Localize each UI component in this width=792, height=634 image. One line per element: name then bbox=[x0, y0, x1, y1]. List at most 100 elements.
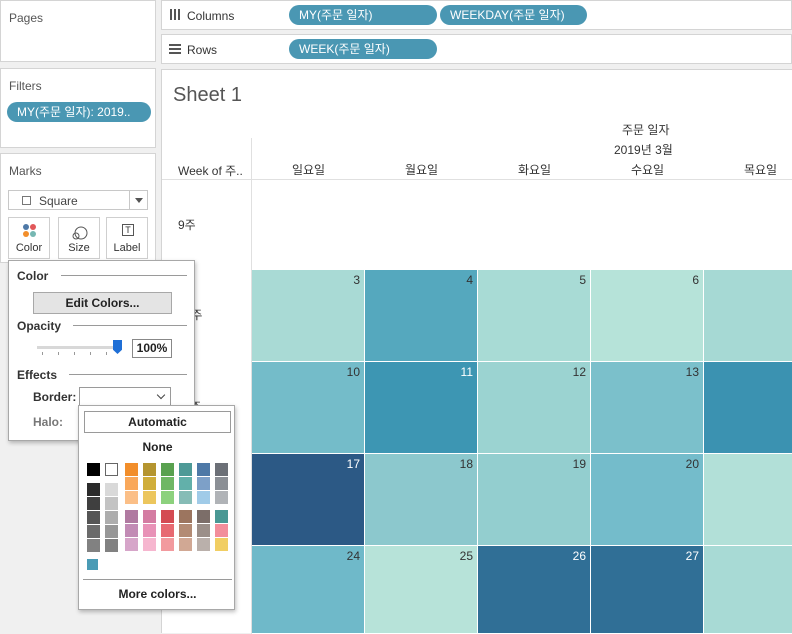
palette-swatch[interactable] bbox=[215, 477, 228, 490]
palette-swatch[interactable] bbox=[87, 525, 100, 538]
week-row-label[interactable]: 9주 bbox=[178, 216, 196, 233]
palette-swatch[interactable] bbox=[179, 491, 192, 504]
row-header-label[interactable]: Week of 주.. bbox=[178, 162, 243, 179]
palette-swatch[interactable] bbox=[143, 477, 156, 490]
palette-swatch[interactable] bbox=[197, 491, 210, 504]
palette-swatch[interactable] bbox=[87, 539, 100, 552]
palette-swatch[interactable] bbox=[87, 497, 100, 510]
palette-swatch[interactable] bbox=[161, 524, 174, 537]
palette-swatch[interactable] bbox=[87, 463, 100, 476]
columns-pill-my[interactable]: MY(주문 일자) bbox=[289, 5, 437, 25]
calendar-cell[interactable]: 12 bbox=[478, 362, 591, 454]
calendar-cell[interactable]: 4 bbox=[365, 270, 478, 362]
calendar-cell[interactable] bbox=[704, 362, 792, 454]
calendar-cell[interactable]: 26 bbox=[478, 546, 591, 634]
calendar-cell[interactable]: 20 bbox=[591, 454, 704, 546]
palette-swatch[interactable] bbox=[215, 463, 228, 476]
calendar-cell[interactable]: 19 bbox=[478, 454, 591, 546]
palette-swatch[interactable] bbox=[161, 463, 174, 476]
palette-swatch[interactable] bbox=[125, 477, 138, 490]
calendar-cell[interactable] bbox=[704, 454, 792, 546]
weekday-header[interactable]: 일요일 bbox=[252, 161, 365, 178]
weekday-header[interactable]: 화요일 bbox=[478, 161, 591, 178]
palette-swatch[interactable] bbox=[215, 510, 228, 523]
palette-swatch[interactable] bbox=[179, 463, 192, 476]
calendar-cell[interactable]: 25 bbox=[365, 546, 478, 634]
calendar-cell[interactable]: 27 bbox=[591, 546, 704, 634]
palette-swatch[interactable] bbox=[161, 491, 174, 504]
filter-pill-my-order-date[interactable]: MY(주문 일자): 2019.. bbox=[7, 102, 151, 122]
worksheet: Sheet 1 주문 일자 2019년 3월 Week of 주.. 일요일 월요… bbox=[161, 69, 792, 634]
opacity-value-field[interactable]: 100% bbox=[132, 339, 172, 358]
none-option[interactable]: None bbox=[84, 440, 231, 456]
rows-pill-week[interactable]: WEEK(주문 일자) bbox=[289, 39, 437, 59]
columns-pill-weekday[interactable]: WEEKDAY(주문 일자) bbox=[440, 5, 587, 25]
palette-swatch[interactable] bbox=[143, 510, 156, 523]
palette-swatch[interactable] bbox=[105, 525, 118, 538]
rows-shelf[interactable]: Rows WEEK(주문 일자) bbox=[161, 34, 792, 64]
size-button[interactable]: Size bbox=[58, 217, 100, 259]
palette-swatch[interactable] bbox=[197, 524, 210, 537]
palette-swatch[interactable] bbox=[105, 497, 118, 510]
palette-swatch[interactable] bbox=[125, 538, 138, 551]
calendar-cell[interactable]: 3 bbox=[252, 270, 365, 362]
border-dropdown[interactable] bbox=[79, 387, 171, 407]
mark-type-dropdown-arrow[interactable] bbox=[129, 191, 147, 209]
palette-swatch[interactable] bbox=[179, 477, 192, 490]
palette-swatch[interactable] bbox=[197, 477, 210, 490]
calendar-cell[interactable]: 11 bbox=[365, 362, 478, 454]
palette-swatch[interactable] bbox=[143, 463, 156, 476]
palette-swatch[interactable] bbox=[197, 510, 210, 523]
color-button[interactable]: Color bbox=[8, 217, 50, 259]
opacity-slider[interactable] bbox=[37, 339, 123, 355]
palette-swatch[interactable] bbox=[179, 510, 192, 523]
palette-swatch[interactable] bbox=[161, 538, 174, 551]
palette-swatch[interactable] bbox=[143, 524, 156, 537]
automatic-option[interactable]: Automatic bbox=[84, 411, 231, 433]
opacity-section-divider bbox=[73, 325, 187, 326]
palette-swatch[interactable] bbox=[125, 510, 138, 523]
palette-swatch[interactable] bbox=[215, 491, 228, 504]
calendar-cell[interactable] bbox=[704, 546, 792, 634]
palette-swatch[interactable] bbox=[125, 491, 138, 504]
more-colors-option[interactable]: More colors... bbox=[84, 587, 231, 603]
columns-shelf[interactable]: Columns MY(주문 일자) WEEKDAY(주문 일자) bbox=[161, 0, 792, 30]
weekday-header[interactable]: 목요일 bbox=[704, 161, 792, 178]
calendar-cell[interactable]: 17 bbox=[252, 454, 365, 546]
palette-swatch[interactable] bbox=[215, 524, 228, 537]
calendar-day-number: 4 bbox=[466, 273, 473, 287]
calendar-cell[interactable]: 18 bbox=[365, 454, 478, 546]
palette-swatch[interactable] bbox=[161, 510, 174, 523]
mark-type-select[interactable]: Square bbox=[8, 190, 148, 210]
palette-swatch[interactable] bbox=[105, 483, 118, 496]
palette-swatch[interactable] bbox=[105, 463, 118, 476]
palette-swatch[interactable] bbox=[215, 538, 228, 551]
calendar-cell[interactable] bbox=[704, 270, 792, 362]
calendar-cell[interactable]: 13 bbox=[591, 362, 704, 454]
palette-swatch[interactable] bbox=[105, 511, 118, 524]
palette-swatch[interactable] bbox=[161, 477, 174, 490]
palette-swatch[interactable] bbox=[197, 538, 210, 551]
weekday-header[interactable]: 월요일 bbox=[365, 161, 478, 178]
palette-swatch[interactable] bbox=[125, 463, 138, 476]
palette-swatch[interactable] bbox=[125, 524, 138, 537]
rows-icon bbox=[169, 44, 181, 54]
palette-swatch[interactable] bbox=[143, 491, 156, 504]
calendar-cell[interactable]: 10 bbox=[252, 362, 365, 454]
pages-title: Pages bbox=[9, 11, 44, 25]
palette-swatch[interactable] bbox=[87, 483, 100, 496]
palette-swatch[interactable] bbox=[105, 539, 118, 552]
selected-border-swatch[interactable] bbox=[87, 559, 98, 570]
calendar-cell[interactable]: 5 bbox=[478, 270, 591, 362]
palette-swatch[interactable] bbox=[179, 524, 192, 537]
weekday-header[interactable]: 수요일 bbox=[591, 161, 704, 178]
palette-swatch[interactable] bbox=[87, 511, 100, 524]
palette-swatch[interactable] bbox=[143, 538, 156, 551]
palette-swatch[interactable] bbox=[179, 538, 192, 551]
calendar-day-number: 19 bbox=[572, 457, 586, 471]
label-button[interactable]: T Label bbox=[106, 217, 148, 259]
calendar-cell[interactable]: 6 bbox=[591, 270, 704, 362]
palette-swatch[interactable] bbox=[197, 463, 210, 476]
edit-colors-button[interactable]: Edit Colors... bbox=[33, 292, 172, 314]
calendar-cell[interactable]: 24 bbox=[252, 546, 365, 634]
